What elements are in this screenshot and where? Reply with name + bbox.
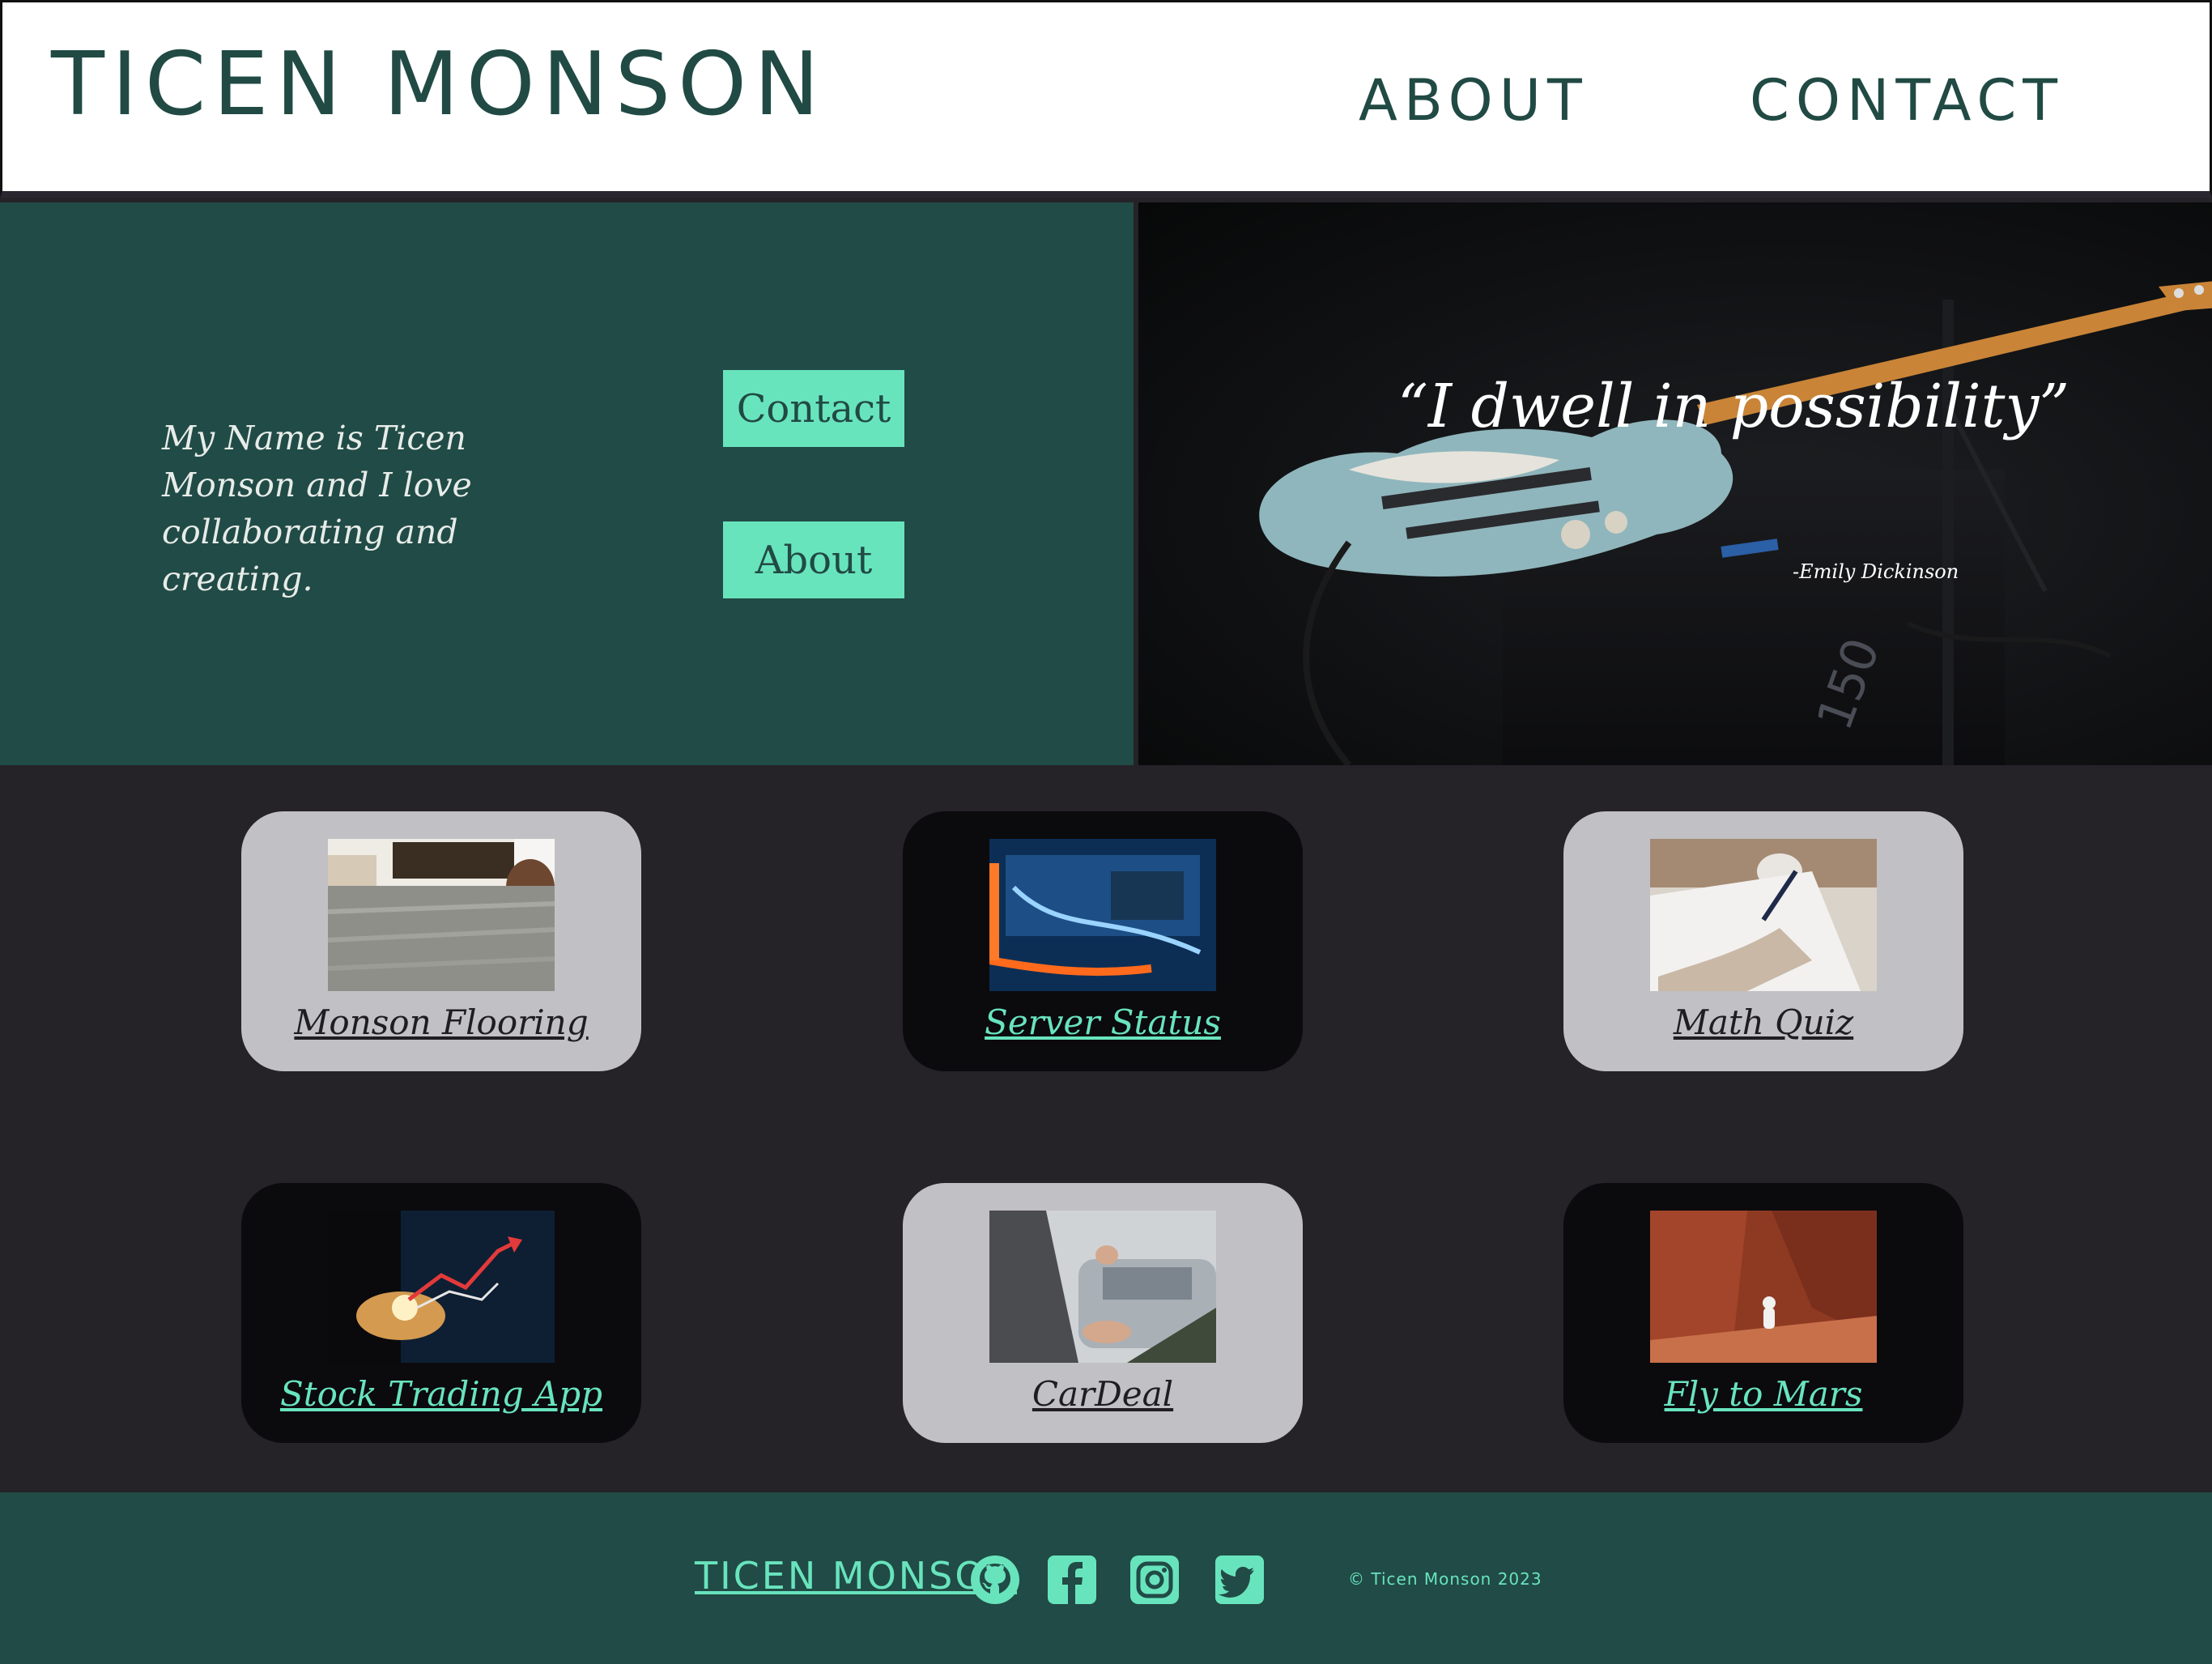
nav-contact-link[interactable]: Contact: [1750, 72, 2064, 129]
stock-trading-app-thumbnail: [328, 1211, 555, 1363]
copyright-text: © Ticen Monson 2023: [1348, 1569, 1542, 1589]
nav-about-link[interactable]: About: [1359, 72, 1589, 129]
contact-button[interactable]: Contact: [723, 370, 904, 447]
server-status-thumbnail: [989, 839, 1216, 991]
fly-to-mars-link[interactable]: Fly to Mars: [1665, 1374, 1863, 1414]
project-card-server-status: Server Status: [903, 811, 1303, 1071]
intro-text: My Name is Ticen Monson and I love colla…: [162, 419, 472, 598]
monson-flooring-link[interactable]: Monson Flooring: [294, 1002, 588, 1042]
site-header: Ticen Monson About Contact: [0, 0, 2212, 198]
quote-author: -Emily Dickinson: [1793, 560, 1959, 583]
math-quiz-thumbnail: [1650, 839, 1877, 991]
hero-guitar-photo: 150 “I dwell in possibility” -Emily Dick…: [1138, 202, 2212, 765]
about-button[interactable]: About: [723, 521, 904, 598]
project-card-monson-flooring: Monson Flooring: [241, 811, 641, 1071]
cardeal-link[interactable]: CarDeal: [1032, 1374, 1173, 1414]
site-brand: Ticen Monson: [51, 34, 827, 135]
instagram-icon[interactable]: [1129, 1554, 1180, 1606]
cardeal-thumbnail: [989, 1211, 1216, 1363]
fly-to-mars-thumbnail: [1650, 1211, 1877, 1363]
facebook-icon[interactable]: [1046, 1554, 1098, 1606]
guitar-illustration: [1259, 281, 2212, 765]
monson-flooring-thumbnail: [328, 839, 555, 991]
project-card-cardeal: CarDeal: [903, 1183, 1303, 1443]
site-footer: Ticen Monson © Ticen Monson 2023: [0, 1492, 2212, 1664]
project-card-fly-to-mars: Fly to Mars: [1563, 1183, 1963, 1443]
server-status-link[interactable]: Server Status: [985, 1002, 1221, 1042]
math-quiz-link[interactable]: Math Quiz: [1674, 1002, 1853, 1042]
project-card-stock-trading-app: Stock Trading App: [241, 1183, 641, 1443]
project-card-math-quiz: Math Quiz: [1563, 811, 1963, 1071]
twitter-icon[interactable]: [1214, 1554, 1266, 1606]
stock-trading-app-link[interactable]: Stock Trading App: [280, 1374, 602, 1414]
github-icon[interactable]: [969, 1554, 1021, 1606]
hero-quote: “I dwell in possibility”: [1397, 372, 2070, 441]
hero-intro-panel: My Name is Ticen Monson and I love colla…: [0, 202, 1134, 765]
